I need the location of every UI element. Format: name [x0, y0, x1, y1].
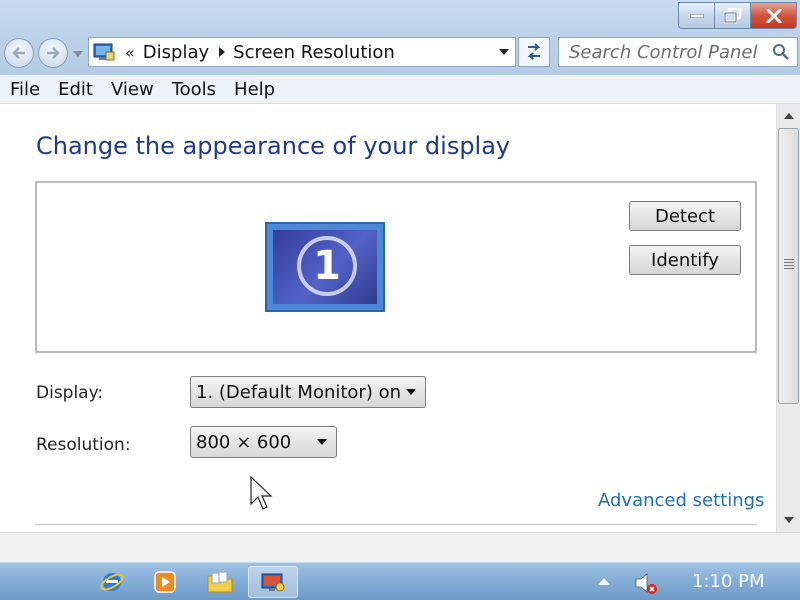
monitor-screen: 1 [273, 230, 377, 304]
resolution-select-value: 800 × 600 [196, 431, 292, 453]
back-arrow-icon [12, 47, 25, 59]
breadcrumb-screen-resolution[interactable]: Screen Resolution [233, 42, 395, 63]
scroll-thumb[interactable] [778, 128, 799, 404]
scroll-up-button[interactable] [777, 104, 800, 128]
taskbar-clock[interactable]: 1:10 PM [692, 571, 765, 592]
vertical-scrollbar[interactable] [776, 104, 800, 532]
advanced-settings-link[interactable]: Advanced settings [598, 490, 764, 511]
breadcrumb-arrow-icon[interactable] [219, 47, 226, 57]
menu-bar: File Edit View Tools Help [0, 75, 800, 104]
taskbar: 1:10 PM [0, 562, 800, 600]
page-title: Change the appearance of your display [36, 132, 511, 160]
search-icon[interactable] [771, 42, 791, 62]
window-chrome: « Display Screen Resolution Search Contr… [0, 0, 800, 75]
restore-button[interactable] [714, 2, 750, 29]
search-box[interactable]: Search Control Panel [558, 37, 798, 67]
monitor-number: 1 [297, 236, 357, 296]
monitor-1-thumbnail[interactable]: 1 [265, 222, 385, 312]
volume-muted-icon[interactable] [633, 571, 659, 595]
identify-button[interactable]: Identify [629, 245, 741, 275]
chevron-down-icon [73, 51, 83, 57]
refresh-button[interactable] [518, 37, 550, 67]
taskbar-display-settings[interactable] [248, 566, 298, 598]
chevron-down-icon [317, 439, 327, 445]
forward-button[interactable] [38, 38, 68, 68]
minimize-button[interactable] [678, 2, 714, 29]
main-content: Change the appearance of your display 1 … [0, 104, 776, 532]
scroll-up-icon [784, 113, 794, 119]
taskbar-internet-explorer[interactable] [90, 566, 134, 598]
resolution-select[interactable]: 800 × 600 [190, 426, 337, 458]
internet-explorer-icon [100, 573, 124, 591]
search-input[interactable]: Search Control Panel [569, 42, 771, 63]
close-icon [766, 8, 781, 23]
monitor-arrangement-panel: 1 Detect Identify [35, 181, 757, 353]
menu-view[interactable]: View [102, 79, 163, 100]
menu-file[interactable]: File [0, 79, 49, 100]
scroll-down-icon [784, 517, 794, 523]
divider [35, 524, 757, 525]
scroll-grip [784, 259, 794, 271]
menu-help[interactable]: Help [225, 79, 284, 100]
menu-tools[interactable]: Tools [163, 79, 225, 100]
detect-button[interactable]: Detect [629, 201, 741, 231]
display-select-value: 1. (Default Monitor) on [196, 381, 401, 403]
control-panel-icon [93, 43, 115, 61]
media-player-icon [154, 571, 176, 593]
restore-icon [723, 7, 741, 23]
breadcrumb-display[interactable]: Display [143, 42, 209, 63]
windows-explorer-icon [207, 571, 233, 593]
mouse-cursor-icon [250, 476, 273, 510]
address-overflow[interactable]: « [125, 43, 135, 62]
display-settings-icon [261, 573, 285, 592]
forward-arrow-icon [47, 47, 60, 59]
refresh-icon [527, 43, 541, 60]
status-bar [0, 532, 800, 562]
scroll-down-button[interactable] [777, 508, 800, 532]
taskbar-media-player[interactable] [143, 566, 187, 598]
chevron-down-icon [406, 389, 416, 395]
minimize-icon [689, 13, 704, 18]
window-controls [678, 2, 797, 29]
menu-edit[interactable]: Edit [49, 79, 102, 100]
back-button[interactable] [4, 38, 34, 68]
display-select[interactable]: 1. (Default Monitor) on [190, 376, 426, 408]
address-dropdown-icon[interactable] [499, 49, 509, 55]
resolution-label: Resolution: [36, 435, 131, 455]
close-button[interactable] [750, 2, 797, 29]
show-hidden-icons-button[interactable] [598, 578, 610, 585]
taskbar-windows-explorer[interactable] [198, 566, 242, 598]
display-label: Display: [36, 383, 104, 403]
recent-pages-dropdown[interactable] [72, 48, 84, 60]
address-bar[interactable]: « Display Screen Resolution [88, 37, 516, 67]
